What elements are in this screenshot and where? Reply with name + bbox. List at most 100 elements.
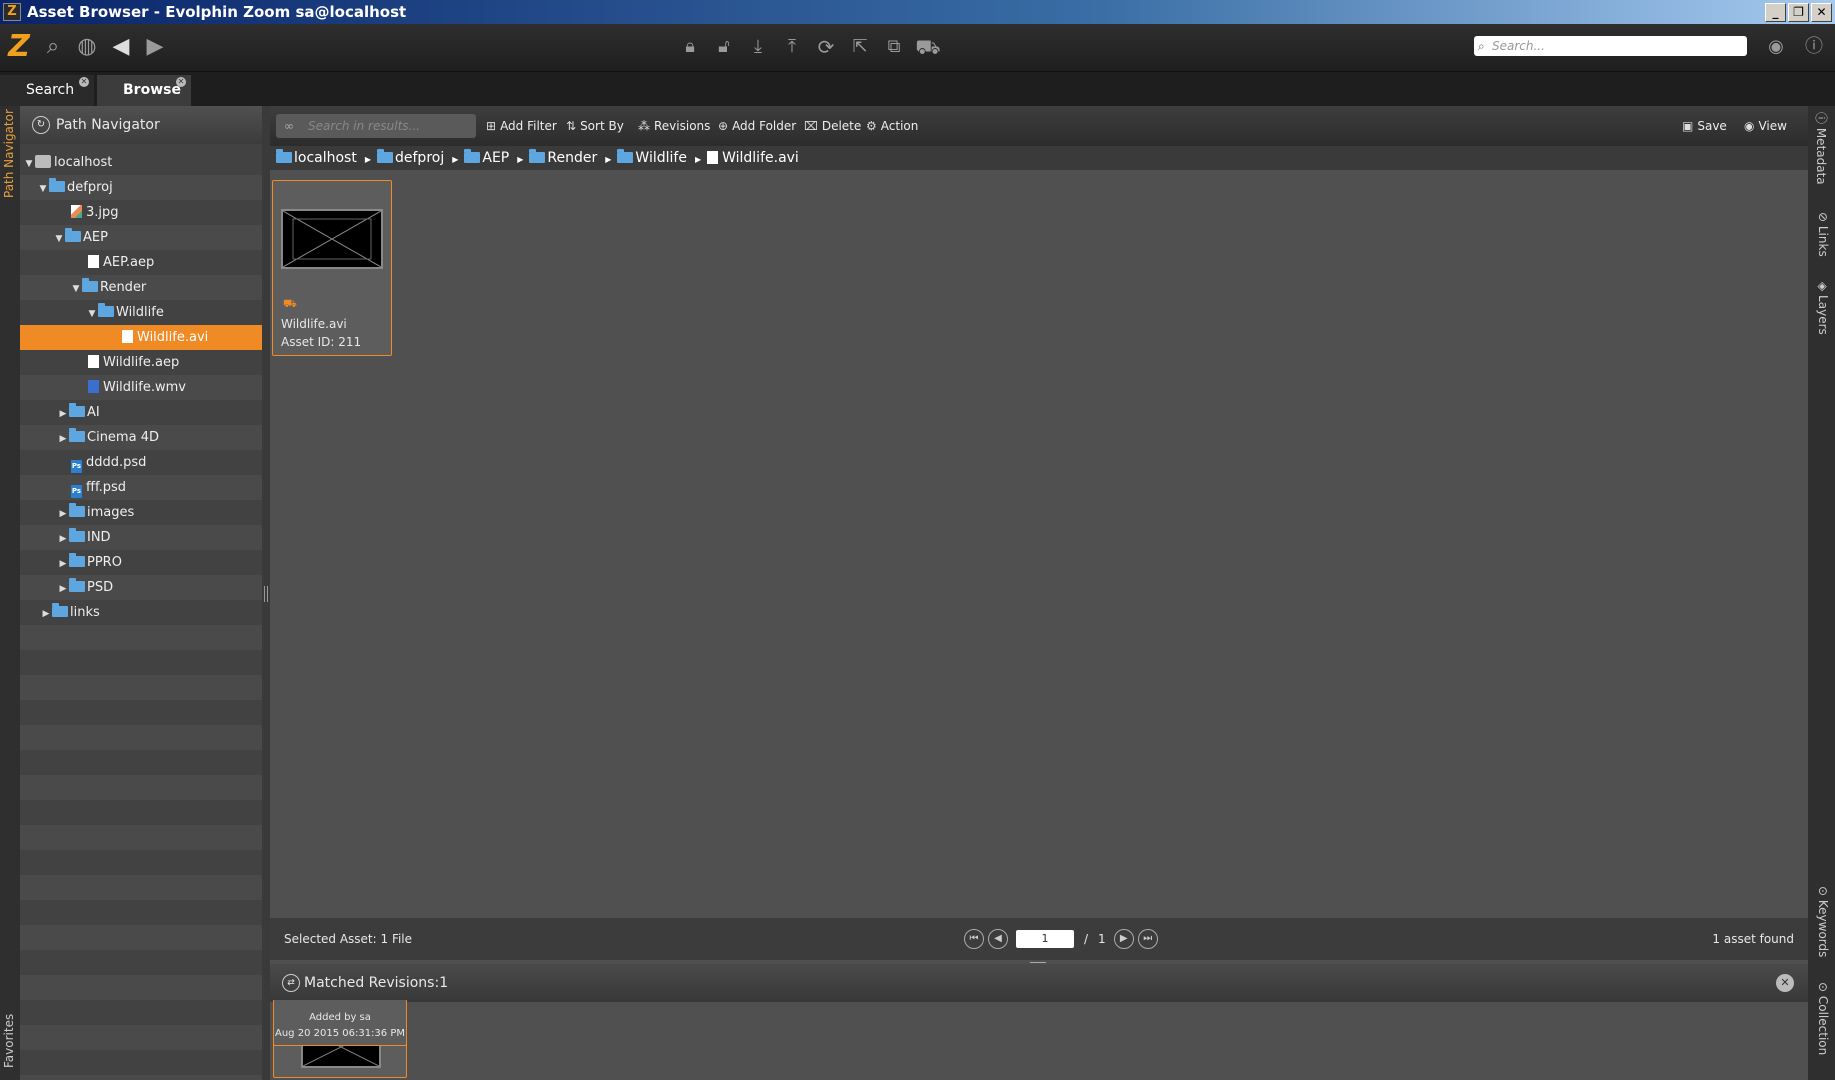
path-navigator-rail-tab[interactable]: Path Navigator [2, 109, 16, 198]
revisions-button[interactable]: ⁂ Revisions [638, 114, 710, 138]
next-page-icon[interactable]: ▶ [1113, 929, 1134, 949]
sort-icon: ⇅ [566, 119, 577, 133]
tree-item-wildlife-avi[interactable]: Wildlife.avi [20, 325, 262, 350]
tree-item-ind[interactable]: ▶ IND [20, 525, 262, 550]
export-icon[interactable]: ⇱ [843, 24, 877, 70]
lock-icon[interactable]: 🔒︎ [673, 24, 707, 70]
user-icon[interactable]: ◉ [1759, 24, 1793, 70]
collection-rail-tab[interactable]: ⊙ Collection [1816, 982, 1830, 1055]
tree-item-aep-aep[interactable]: AEP.aep [20, 250, 262, 275]
close-tab-icon[interactable]: ✕ [79, 77, 89, 87]
page-number-input[interactable]: 1 [1016, 930, 1074, 948]
chevron-right-icon: ▶ [694, 155, 702, 164]
breadcrumb-item[interactable]: AEP ▶ [464, 149, 523, 166]
server-icon [35, 155, 51, 168]
close-tab-icon[interactable]: ✕ [176, 77, 186, 87]
tree-item-links[interactable]: ▶ links [20, 600, 262, 625]
expand-arrow-icon[interactable]: ▶ [40, 602, 52, 627]
tree-item-cinema-4d[interactable]: ▶ Cinema 4D [20, 425, 262, 450]
add-folder-button[interactable]: ⊕ Add Folder [718, 114, 796, 138]
search-icon[interactable]: ⌕ [36, 24, 70, 70]
panel-splitter[interactable] [262, 106, 270, 1080]
minimize-button[interactable]: _ [1765, 2, 1786, 22]
tree-item-wildlife[interactable]: ▼ Wildlife [20, 300, 262, 325]
save-button[interactable]: ▣ Save [1682, 114, 1727, 138]
tree-item-psd[interactable]: ▶ PSD [20, 575, 262, 600]
help-icon[interactable]: ⓘ [1797, 24, 1831, 70]
tree-item-localhost[interactable]: ▼ localhost [20, 150, 262, 175]
layers-rail-tab[interactable]: ◈ Layers [1816, 282, 1830, 335]
tree-item-dddd-psd[interactable]: Ps dddd.psd [20, 450, 262, 475]
breadcrumb-item[interactable]: localhost ▶ [276, 149, 371, 166]
unlock-icon[interactable]: 🔓︎ [707, 24, 741, 70]
forward-arrow-icon[interactable]: ▶ [138, 24, 172, 70]
upload-icon[interactable]: ⤒ [775, 24, 809, 70]
tab-label: Search [26, 82, 75, 98]
revisions-header: ⇄ Matched Revisions:1 ✕ [270, 964, 1808, 1002]
expand-arrow-icon[interactable]: ▶ [57, 402, 69, 427]
collapse-arrow-icon[interactable]: ▼ [23, 152, 35, 177]
prev-page-icon[interactable]: ◀ [988, 929, 1008, 949]
view-button[interactable]: ◉ View [1744, 114, 1787, 138]
sync-icon[interactable]: ⟳ [809, 24, 843, 70]
metadata-rail-tab[interactable]: ⓘ Metadata [1813, 112, 1830, 185]
close-button[interactable]: ✕ [1811, 2, 1832, 22]
delete-button[interactable]: ⌧ Delete [804, 114, 861, 138]
tree-item-aep[interactable]: ▼ AEP [20, 225, 262, 250]
action-button[interactable]: ⚙ Action [866, 114, 918, 138]
revision-card-footer[interactable]: Added by sa Aug 20 2015 06:31:36 PM [273, 1000, 407, 1046]
download-icon[interactable]: ⤓ [741, 24, 775, 70]
breadcrumb-item[interactable]: defproj ▶ [377, 149, 458, 166]
expand-arrow-icon[interactable]: ▶ [57, 502, 69, 527]
zoom-logo-icon[interactable]: Z [2, 24, 36, 70]
folder-icon [65, 228, 81, 242]
breadcrumb-item[interactable]: Render ▶ [529, 149, 611, 166]
breadcrumb-item[interactable]: Wildlife ▶ [617, 149, 702, 166]
tree-item-fff-psd[interactable]: Ps fff.psd [20, 475, 262, 500]
keywords-rail-tab[interactable]: ⊙ Keywords [1816, 886, 1830, 957]
expand-arrow-icon[interactable]: ▶ [57, 577, 69, 602]
revisions-area: 1 [270, 1002, 1808, 1080]
collapse-arrow-icon[interactable]: ▼ [70, 277, 82, 302]
asset-id: Asset ID: 211 [281, 335, 362, 349]
back-arrow-icon[interactable]: ◀ [104, 24, 138, 70]
results-search-input[interactable]: ∞ Search in results... [276, 114, 476, 138]
tab-browse[interactable]: Browse ✕ [97, 75, 191, 106]
tree-item-images[interactable]: ▶ images [20, 500, 262, 525]
tree-item-ai[interactable]: ▶ AI [20, 400, 262, 425]
collapse-arrow-icon[interactable]: ▼ [53, 227, 65, 252]
tree-item-ppro[interactable]: ▶ PPRO [20, 550, 262, 575]
sort-by-button[interactable]: ⇅ Sort By [566, 114, 624, 138]
tab-search[interactable]: Search ✕ [0, 75, 94, 106]
first-page-icon[interactable]: ⏮ [964, 929, 984, 949]
links-rail-tab[interactable]: ⊘ Links [1816, 212, 1830, 257]
chevron-right-icon: ▶ [364, 155, 371, 164]
tree-item-wildlife-aep[interactable]: Wildlife.aep [20, 350, 262, 375]
tree-item-3-jpg[interactable]: 3.jpg [20, 200, 262, 225]
tab-label: Browse [123, 82, 181, 98]
collapse-arrow-icon[interactable]: ▼ [86, 302, 98, 327]
expand-arrow-icon[interactable]: ▶ [57, 552, 69, 577]
folder-icon [49, 178, 65, 192]
restore-button[interactable]: ❐ [1788, 2, 1809, 22]
cart-icon[interactable]: ⛟ [911, 24, 945, 70]
global-search-input[interactable]: ⌕ Search... [1474, 36, 1747, 56]
photoshop-file-icon: Ps [71, 460, 82, 473]
tree-item-render[interactable]: ▼ Render [20, 275, 262, 300]
favorites-rail-tab[interactable]: Favorites [2, 1014, 16, 1068]
compare-icon[interactable]: ⧉ [877, 24, 911, 70]
tree-item-defproj[interactable]: ▼ defproj [20, 175, 262, 200]
search-placeholder: Search... [1492, 39, 1545, 53]
filter-icon: ⊞ [486, 119, 497, 133]
expand-arrow-icon[interactable]: ▶ [57, 527, 69, 552]
tree-item-wildlife-wmv[interactable]: Wildlife.wmv [20, 375, 262, 400]
breadcrumb-item[interactable]: Wildlife.avi [707, 150, 799, 166]
close-revisions-icon[interactable]: ✕ [1776, 974, 1794, 992]
collapse-arrow-icon[interactable]: ▼ [37, 177, 49, 202]
folder-icon [98, 303, 114, 317]
asset-card[interactable]: ⛟ Wildlife.avi Asset ID: 211 [272, 180, 392, 356]
last-page-icon[interactable]: ⏭ [1137, 929, 1158, 949]
expand-arrow-icon[interactable]: ▶ [57, 427, 69, 452]
globe-icon[interactable]: ◍ [70, 24, 104, 70]
add-filter-button[interactable]: ⊞ Add Filter [486, 114, 557, 138]
